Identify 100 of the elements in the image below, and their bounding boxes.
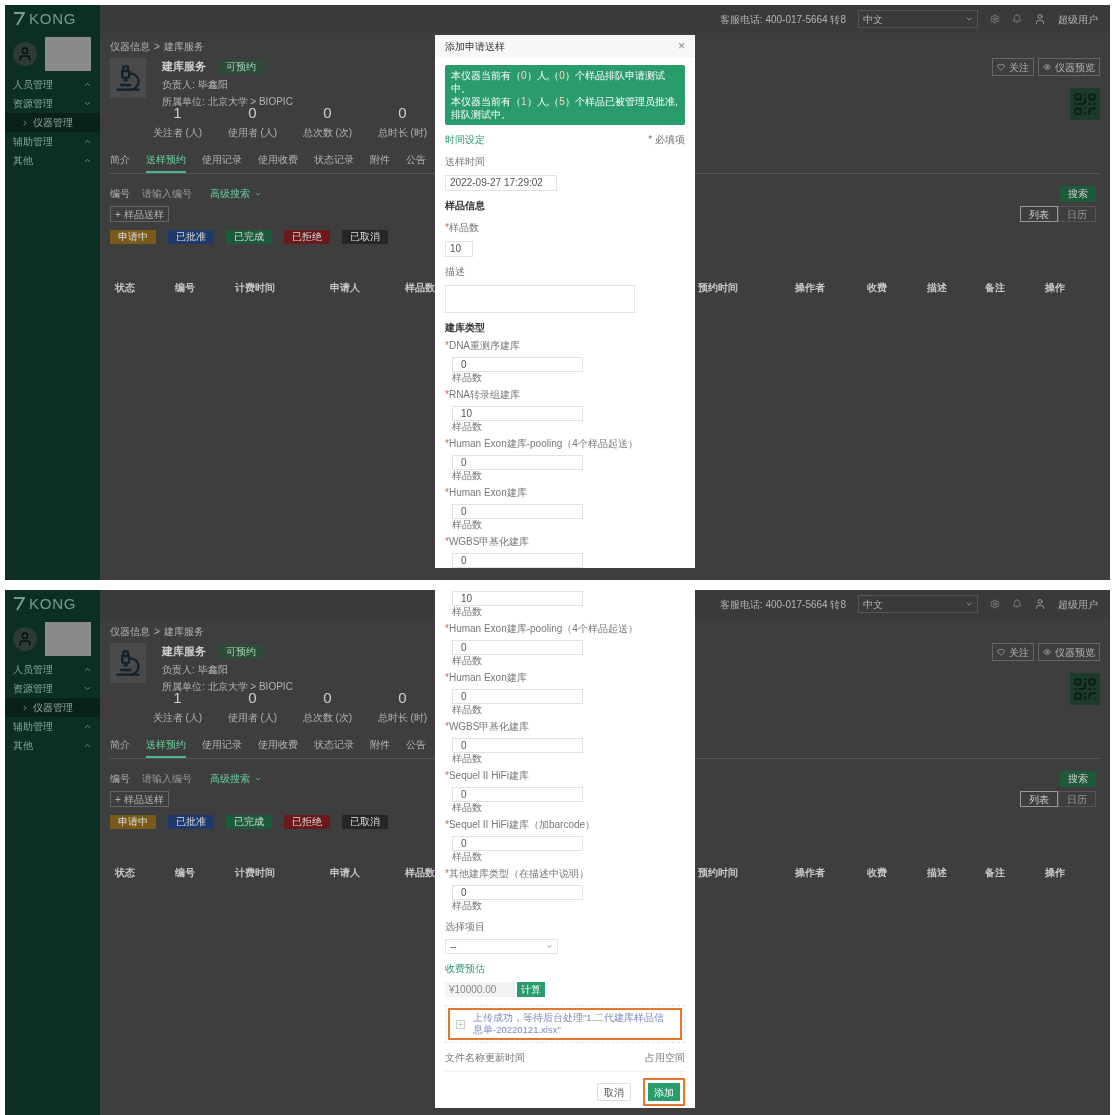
view-toggle[interactable]: 日历	[1058, 205, 1096, 222]
sample-count-field[interactable]: 0	[452, 357, 583, 372]
count-field[interactable]: 10	[445, 241, 473, 257]
number-field[interactable]: 请输入编号	[138, 770, 202, 787]
tab[interactable]: 使用收费	[258, 151, 298, 173]
breadcrumb-item[interactable]: 仪器信息	[110, 624, 150, 639]
sidebar-item[interactable]: 其他	[5, 151, 100, 170]
language-select[interactable]: 中文	[858, 10, 978, 28]
close-button[interactable]: ×	[678, 37, 685, 55]
sample-count-field[interactable]: 0	[452, 885, 583, 900]
status-tag: 可预约	[218, 643, 264, 659]
tab[interactable]: 简介	[110, 736, 130, 758]
sample-count-field[interactable]: 0	[452, 787, 583, 802]
tab[interactable]: 使用记录	[202, 736, 242, 758]
sample-count-field[interactable]: 0	[452, 836, 583, 851]
datetime-field[interactable]: 2022-09-27 17:29:02	[445, 175, 557, 191]
settings-icon[interactable]	[990, 14, 1000, 24]
filter-label: 编号	[110, 187, 130, 201]
language-label: 中文	[863, 597, 883, 612]
project-select[interactable]: --	[445, 939, 558, 954]
action-button[interactable]: 关注	[992, 643, 1034, 661]
tab[interactable]: 送样预约	[146, 151, 186, 173]
microscope-icon	[110, 58, 146, 98]
column-header: 计费时间	[235, 865, 275, 880]
library-type-label: *其他建库类型（在描述中说明）	[445, 868, 590, 880]
action-button[interactable]: 仪器预览	[1038, 58, 1100, 76]
user-name[interactable]: 超级用户	[1058, 11, 1098, 27]
upload-area[interactable]: 上传成功，等待后台处理"1.二代建库样品信息单-20220121.xlsx"	[448, 1008, 682, 1040]
tab[interactable]: 使用收费	[258, 736, 298, 758]
sample-count-field[interactable]: 0	[452, 553, 583, 568]
add-button[interactable]: 添加	[648, 1083, 680, 1101]
sidebar-item[interactable]: 人员管理	[5, 75, 100, 94]
search-button[interactable]: 搜索	[1060, 770, 1096, 787]
tab[interactable]: 状态记录	[314, 151, 354, 173]
advanced-search-link[interactable]: 高级搜索	[210, 186, 262, 201]
sample-count-field[interactable]: 0	[452, 455, 583, 470]
sidebar-item[interactable]: 辅助管理	[5, 717, 100, 736]
sidebar-subitem[interactable]: 仪器管理	[5, 698, 100, 717]
view-toggle[interactable]: 列表	[1020, 790, 1058, 807]
column-header: 描述	[927, 865, 947, 880]
tab[interactable]: 附件	[370, 736, 390, 758]
language-select[interactable]: 中文	[858, 595, 978, 613]
stat-value: 0	[248, 689, 257, 708]
tab[interactable]: 公告	[406, 151, 426, 173]
calculate-button[interactable]: 计算	[517, 982, 545, 997]
number-field[interactable]: 请输入编号	[138, 185, 202, 202]
action-button[interactable]: 关注	[992, 58, 1034, 76]
column-header: 操作	[1045, 280, 1065, 295]
sidebar-item[interactable]: 资源管理	[5, 679, 100, 698]
tab[interactable]: 公告	[406, 736, 426, 758]
sample-count-field[interactable]: 0	[452, 738, 583, 753]
logo-text: KONG	[29, 8, 77, 29]
bell-icon[interactable]	[1012, 14, 1022, 24]
breadcrumb-item[interactable]: 建库服务	[163, 624, 204, 639]
view-toggle[interactable]: 列表	[1020, 205, 1058, 222]
breadcrumb-item[interactable]: >	[154, 624, 160, 639]
status-legend-tag: 已完成	[226, 229, 272, 244]
sidebar-subitem[interactable]: 仪器管理	[5, 113, 100, 132]
tab[interactable]: 使用记录	[202, 151, 242, 173]
library-type-label: *RNA转录组建库	[445, 389, 522, 401]
advanced-search-link[interactable]: 高级搜索	[210, 771, 262, 786]
qr-code-icon	[1070, 673, 1100, 705]
sidebar-item-label: 人员管理	[13, 663, 53, 677]
add-sample-button[interactable]: + 样品送样	[110, 205, 169, 222]
library-type-label: *Human Exon建库	[445, 672, 528, 684]
add-sample-button[interactable]: + 样品送样	[110, 790, 169, 807]
library-type-label: *WGBS甲基化建库	[445, 536, 531, 548]
sample-count-field[interactable]: 0	[452, 640, 583, 655]
column-header: 申请人	[330, 865, 360, 880]
tab[interactable]: 送样预约	[146, 736, 186, 758]
column-header: 收费	[867, 280, 887, 295]
sidebar-item[interactable]: 其他	[5, 736, 100, 755]
sidebar-item[interactable]: 资源管理	[5, 94, 100, 113]
user-name[interactable]: 超级用户	[1058, 596, 1098, 612]
bell-icon[interactable]	[1012, 599, 1022, 609]
column-header: 操作	[1045, 865, 1065, 880]
view-toggle[interactable]: 日历	[1058, 790, 1096, 807]
sample-count-field[interactable]: 10	[452, 406, 583, 421]
status-legend-tag: 已批准	[168, 814, 214, 829]
breadcrumb-item[interactable]: >	[154, 39, 160, 54]
action-button[interactable]: 仪器预览	[1038, 643, 1100, 661]
sample-count-field[interactable]: 0	[452, 689, 583, 704]
search-button[interactable]: 搜索	[1060, 185, 1096, 202]
description-field[interactable]	[445, 285, 635, 313]
tab[interactable]: 附件	[370, 151, 390, 173]
tab[interactable]: 状态记录	[314, 736, 354, 758]
sidebar-item[interactable]: 辅助管理	[5, 132, 100, 151]
breadcrumb-item[interactable]: 仪器信息	[110, 39, 150, 54]
unit-label: 样品数	[452, 900, 483, 912]
column-header: 备注	[985, 280, 1005, 295]
sidebar-item[interactable]: 人员管理	[5, 660, 100, 679]
unit-label: 样品数	[452, 753, 483, 765]
file-column-header: 占用空间	[645, 1051, 685, 1065]
sample-count-field[interactable]: 0	[452, 504, 583, 519]
sample-count-field[interactable]: 10	[452, 591, 583, 606]
tab[interactable]: 简介	[110, 151, 130, 173]
settings-icon[interactable]	[990, 599, 1000, 609]
breadcrumb-item[interactable]: 建库服务	[163, 39, 204, 54]
chevron-icon	[965, 600, 973, 608]
cancel-button[interactable]: 取消	[597, 1083, 631, 1101]
